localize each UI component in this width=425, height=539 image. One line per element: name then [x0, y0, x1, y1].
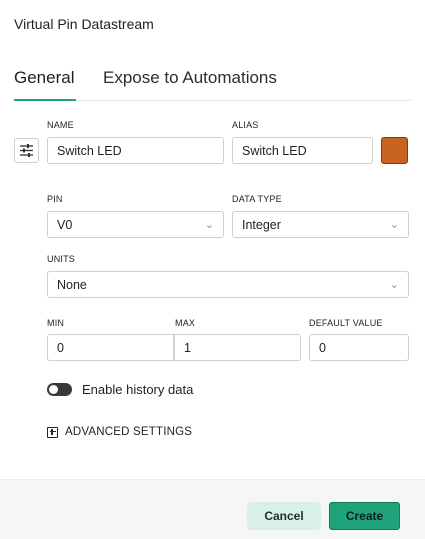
color-swatch[interactable] [381, 137, 408, 164]
max-input[interactable] [174, 334, 301, 361]
pin-select[interactable]: V0 ⌄ [47, 211, 224, 238]
cancel-button[interactable]: Cancel [247, 502, 321, 530]
units-label: UNITS [47, 254, 75, 264]
toggle-knob [49, 385, 58, 394]
chevron-down-icon: ⌄ [389, 279, 399, 291]
alias-label: ALIAS [232, 120, 259, 130]
default-value-label: DEFAULT VALUE [309, 318, 383, 328]
data-type-label: DATA TYPE [232, 194, 282, 204]
units-select[interactable]: None ⌄ [47, 271, 409, 298]
sliders-icon [20, 144, 33, 157]
chevron-down-icon: ⌄ [389, 219, 399, 231]
dialog-title: Virtual Pin Datastream [14, 16, 154, 32]
min-input[interactable] [47, 334, 174, 361]
tab-bar: General Expose to Automations [14, 68, 411, 101]
advanced-settings-label: ADVANCED SETTINGS [65, 426, 193, 438]
default-value-input[interactable] [309, 334, 409, 361]
dialog-footer: Cancel Create [0, 479, 425, 539]
data-type-select[interactable]: Integer ⌄ [232, 211, 409, 238]
icon-picker-button[interactable] [14, 138, 39, 163]
history-toggle-label: Enable history data [82, 382, 194, 397]
create-button[interactable]: Create [329, 502, 400, 530]
name-label: NAME [47, 120, 74, 130]
pin-label: PIN [47, 194, 63, 204]
units-select-value: None [57, 277, 87, 292]
alias-input[interactable] [232, 137, 373, 164]
pin-select-value: V0 [57, 217, 73, 232]
tab-general[interactable]: General [14, 68, 77, 101]
data-type-select-value: Integer [242, 217, 281, 232]
max-label: MAX [175, 318, 196, 328]
plus-square-icon [47, 426, 58, 438]
history-toggle[interactable] [47, 383, 72, 396]
chevron-down-icon: ⌄ [204, 219, 214, 231]
name-input[interactable] [47, 137, 224, 164]
tab-expose-to-automations[interactable]: Expose to Automations [103, 68, 277, 88]
min-label: MIN [47, 318, 65, 328]
advanced-settings-toggle[interactable]: ADVANCED SETTINGS [47, 426, 192, 438]
